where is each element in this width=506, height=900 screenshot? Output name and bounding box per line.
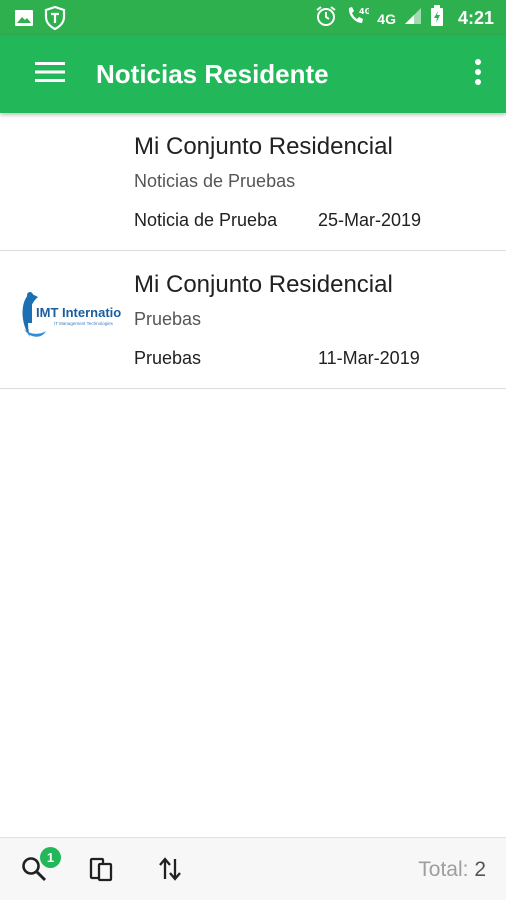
- news-title: Mi Conjunto Residencial: [134, 133, 393, 160]
- news-date: 25-Mar-2019: [318, 210, 422, 230]
- image-icon: [14, 8, 34, 33]
- total-label: Total:: [418, 858, 469, 881]
- svg-text:4G: 4G: [359, 7, 369, 16]
- more-vert-icon: [474, 58, 482, 90]
- menu-button[interactable]: [28, 57, 72, 91]
- news-item[interactable]: Mi Conjunto Residencial Noticias de Prue…: [0, 113, 506, 251]
- imt-logo: IMT International IT Management Technolo…: [16, 283, 140, 349]
- search-badge: 1: [40, 847, 61, 868]
- signal-icon: [404, 7, 422, 30]
- page-title: Noticias Residente: [96, 59, 329, 89]
- bottom-bar: 1 Total: 2: [0, 837, 506, 900]
- sort-button[interactable]: [154, 855, 186, 887]
- logo-subtext: IT Management Technologies: [54, 321, 114, 326]
- copy-icon: [88, 855, 116, 888]
- alarm-icon: [315, 5, 337, 32]
- news-list: Mi Conjunto Residencial Noticias de Prue…: [0, 113, 506, 389]
- news-tag: Pruebas: [134, 348, 202, 368]
- logo-text: IMT International: [36, 305, 122, 320]
- hamburger-menu-icon: [35, 61, 65, 88]
- news-title: Mi Conjunto Residencial: [134, 271, 393, 298]
- more-options-button[interactable]: [466, 57, 490, 91]
- app-bar: Noticias Residente: [0, 35, 506, 113]
- clock: 4:21: [457, 8, 494, 28]
- copy-button[interactable]: [86, 855, 118, 887]
- total-value: 2: [474, 858, 486, 881]
- news-thumbnail: [16, 145, 122, 211]
- total-count: Total: 2: [418, 858, 486, 882]
- news-item[interactable]: IMT International IT Management Technolo…: [0, 251, 506, 389]
- news-tag: Noticia de Prueba: [134, 210, 278, 230]
- network-type: 4G: [377, 10, 396, 27]
- news-subtitle: Noticias de Pruebas: [134, 171, 296, 191]
- status-bar: 4G 4G 4:21: [0, 0, 506, 35]
- wifi-call-icon: 4G: [345, 5, 371, 32]
- news-date: 11-Mar-2019: [318, 348, 420, 368]
- news-subtitle: Pruebas: [134, 309, 202, 329]
- sort-icon: [156, 855, 184, 888]
- battery-icon: [430, 5, 444, 32]
- shield-icon: [44, 5, 66, 35]
